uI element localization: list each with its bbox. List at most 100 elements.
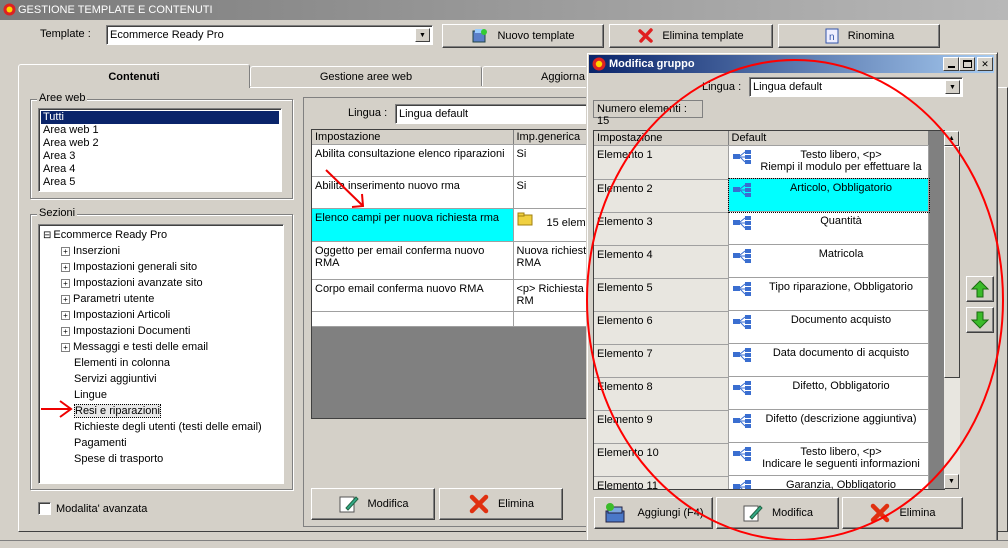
element-name-cell[interactable]: Elemento 6 bbox=[594, 311, 729, 345]
table-row[interactable]: Elemento 8 Difetto, Obbligatorio bbox=[594, 377, 929, 411]
element-name-cell[interactable]: Elemento 11 bbox=[594, 476, 729, 489]
table-row[interactable]: Elemento 3 Quantità bbox=[594, 212, 929, 246]
element-default-cell[interactable]: Difetto (descrizione aggiuntiva) bbox=[728, 410, 929, 443]
table-row[interactable]: Elemento 10 Testo libero, <p> Indicare le … bbox=[594, 443, 929, 477]
rename-button[interactable]: n Rinomina bbox=[778, 24, 940, 48]
new-template-button[interactable]: Nuovo template bbox=[442, 24, 604, 48]
table-row[interactable]: Elemento 4 Matricola bbox=[594, 245, 929, 279]
aree-web-list[interactable]: Tutti Area web 1 Area web 2 Area 3 Area 4 Are… bbox=[38, 108, 282, 192]
scroll-down-arrow-icon[interactable]: ▼ bbox=[944, 474, 959, 489]
dialog-modify-button[interactable]: Modifica bbox=[716, 497, 839, 529]
element-default-cell[interactable]: Testo libero, <p> Indicare le seguenti in… bbox=[728, 443, 929, 476]
tree-item[interactable]: + Parametri utente bbox=[61, 291, 279, 307]
element-name-cell[interactable]: Elemento 3 bbox=[594, 212, 729, 246]
table-row[interactable]: Elemento 9 Difetto (descrizione aggiuntiv… bbox=[594, 410, 929, 444]
expand-plus-icon[interactable]: + bbox=[61, 262, 70, 272]
setting-value-cell[interactable]: 15 elem bbox=[513, 208, 594, 242]
expand-plus-icon[interactable]: + bbox=[61, 278, 70, 288]
element-default-cell[interactable]: Articolo, Obbligatorio bbox=[727, 178, 930, 213]
modify-button[interactable]: Modifica bbox=[311, 488, 435, 520]
delete-button[interactable]: Elimina bbox=[439, 488, 563, 520]
element-default-cell[interactable]: Tipo riparazione, Obbligatorio bbox=[728, 278, 929, 311]
column-header-impostazione[interactable]: Impostazione bbox=[312, 130, 514, 145]
scrollbar-thumb[interactable] bbox=[944, 146, 960, 378]
tree-item[interactable]: Elementi in colonna bbox=[61, 355, 279, 371]
aree-web-item[interactable]: Area 4 bbox=[41, 163, 279, 176]
tree-item[interactable]: Resi e riparazioni bbox=[61, 403, 279, 419]
tree-item[interactable]: Spese di trasporto bbox=[61, 451, 279, 467]
table-row[interactable]: Elemento 2 Articolo, Obbligatorio bbox=[594, 178, 930, 213]
table-row[interactable]: Elemento 6 Documento acquisto bbox=[594, 311, 929, 345]
delete-template-button[interactable]: Elimina template bbox=[609, 24, 773, 48]
tree-item[interactable]: Pagamenti bbox=[61, 435, 279, 451]
aree-web-item[interactable]: Area 3 bbox=[41, 150, 279, 163]
move-down-button[interactable] bbox=[966, 307, 994, 333]
element-default-cell[interactable]: Documento acquisto bbox=[728, 311, 929, 344]
empty-cell[interactable] bbox=[513, 311, 594, 327]
tree-item[interactable]: Servizi aggiuntivi bbox=[61, 371, 279, 387]
dialog-column-default[interactable]: Default bbox=[728, 131, 929, 146]
element-name-cell[interactable]: Elemento 7 bbox=[594, 344, 729, 378]
aree-web-item[interactable]: Area web 2 bbox=[41, 137, 279, 150]
tab-gestione-aree-web[interactable]: Gestione aree web bbox=[250, 66, 482, 86]
lingua-select[interactable]: Lingua default bbox=[395, 104, 595, 124]
element-default-cell[interactable]: Data documento di acquisto bbox=[728, 344, 929, 377]
element-default-cell[interactable]: Testo libero, <p> Riempi il modulo per ef… bbox=[728, 146, 929, 179]
expand-plus-icon[interactable]: + bbox=[61, 342, 70, 352]
setting-value-cell[interactable]: <p> Richiesta RM bbox=[513, 279, 594, 312]
tab-contenuti[interactable]: Contenuti bbox=[18, 64, 250, 88]
expand-plus-icon[interactable]: + bbox=[61, 294, 70, 304]
element-name-cell[interactable]: Elemento 4 bbox=[594, 245, 729, 279]
tree-item[interactable]: + Impostazioni Documenti bbox=[61, 323, 279, 339]
element-name-cell[interactable]: Elemento 5 bbox=[594, 278, 729, 312]
element-default-cell[interactable]: Difetto, Obbligatorio bbox=[728, 377, 929, 410]
empty-row[interactable] bbox=[312, 311, 594, 327]
tree-item[interactable]: + Impostazioni generali sito bbox=[61, 259, 279, 275]
element-name-cell[interactable]: Elemento 10 bbox=[594, 443, 729, 477]
maximize-button[interactable] bbox=[959, 57, 975, 71]
table-row[interactable]: Oggetto per email conferma nuovo RMA Nuov… bbox=[312, 241, 594, 280]
table-row[interactable]: Corpo email conferma nuovo RMA <p> Richie… bbox=[312, 279, 594, 312]
expand-plus-icon[interactable]: + bbox=[61, 246, 70, 256]
tree-item[interactable]: + Inserzioni bbox=[61, 243, 279, 259]
tree-item[interactable]: + Impostazioni Articoli bbox=[61, 307, 279, 323]
table-row[interactable]: Elemento 5 Tipo riparazione, Obbligatorio bbox=[594, 278, 929, 312]
dialog-column-impostazione[interactable]: Impostazione bbox=[594, 131, 729, 146]
aree-web-item[interactable]: Area 5 bbox=[41, 176, 279, 189]
scroll-up-arrow-icon[interactable]: ▲ bbox=[944, 131, 959, 146]
empty-cell[interactable] bbox=[312, 311, 514, 327]
element-name-cell[interactable]: Elemento 1 bbox=[594, 145, 729, 180]
checkbox-box[interactable] bbox=[38, 502, 51, 515]
setting-name-cell[interactable]: Corpo email conferma nuovo RMA bbox=[312, 279, 514, 312]
element-default-cell[interactable]: Garanzia, Obbligatorio bbox=[729, 476, 929, 489]
template-select[interactable]: Ecommerce Ready Pro ▼ bbox=[106, 25, 433, 45]
element-default-cell[interactable]: Quantità bbox=[728, 212, 929, 245]
chevron-down-icon[interactable]: ▼ bbox=[415, 28, 430, 42]
column-header-imp-generica[interactable]: Imp.generica bbox=[513, 130, 594, 145]
dialog-delete-button[interactable]: Elimina bbox=[842, 497, 963, 529]
minimize-button[interactable] bbox=[943, 57, 959, 71]
advanced-mode-checkbox[interactable]: Modalita' avanzata bbox=[38, 502, 147, 515]
dialog-grid[interactable]: Impostazione Default Elemento 1 Testo lib… bbox=[593, 130, 945, 490]
sezioni-tree[interactable]: ⊟ Ecommerce Ready Pro + Inserzioni + Imposta… bbox=[38, 224, 284, 484]
aree-web-item[interactable]: Tutti bbox=[41, 111, 279, 124]
element-name-cell[interactable]: Elemento 8 bbox=[594, 377, 729, 411]
aree-web-item[interactable]: Area web 1 bbox=[41, 124, 279, 137]
setting-name-cell[interactable]: Oggetto per email conferma nuovo RMA bbox=[312, 241, 514, 280]
tree-item[interactable]: + Impostazioni avanzate sito bbox=[61, 275, 279, 291]
add-button[interactable]: Aggiungi (F4) bbox=[594, 497, 713, 529]
tree-item[interactable]: Lingue bbox=[61, 387, 279, 403]
setting-value-cell[interactable]: Si bbox=[513, 144, 594, 177]
setting-value-cell[interactable]: Nuova richiest RMA bbox=[513, 241, 594, 280]
table-row[interactable]: Elemento 1 Testo libero, <p> Riempi il mod… bbox=[594, 145, 929, 180]
element-name-cell[interactable]: Elemento 9 bbox=[594, 410, 729, 444]
dialog-lingua-select[interactable]: Lingua default ▼ bbox=[749, 77, 963, 97]
tree-item[interactable]: + Messaggi e testi delle email bbox=[61, 339, 279, 355]
setting-value-cell[interactable]: Si bbox=[513, 176, 594, 209]
vertical-scrollbar[interactable]: ▲ ▼ bbox=[944, 131, 960, 489]
table-row[interactable]: Elemento 7 Data documento di acquisto bbox=[594, 344, 929, 378]
expand-plus-icon[interactable]: + bbox=[61, 310, 70, 320]
table-row[interactable]: Elemento 11 Garanzia, Obbligatorio bbox=[594, 476, 929, 489]
move-up-button[interactable] bbox=[966, 276, 994, 302]
element-name-cell[interactable]: Elemento 2 bbox=[594, 179, 729, 213]
